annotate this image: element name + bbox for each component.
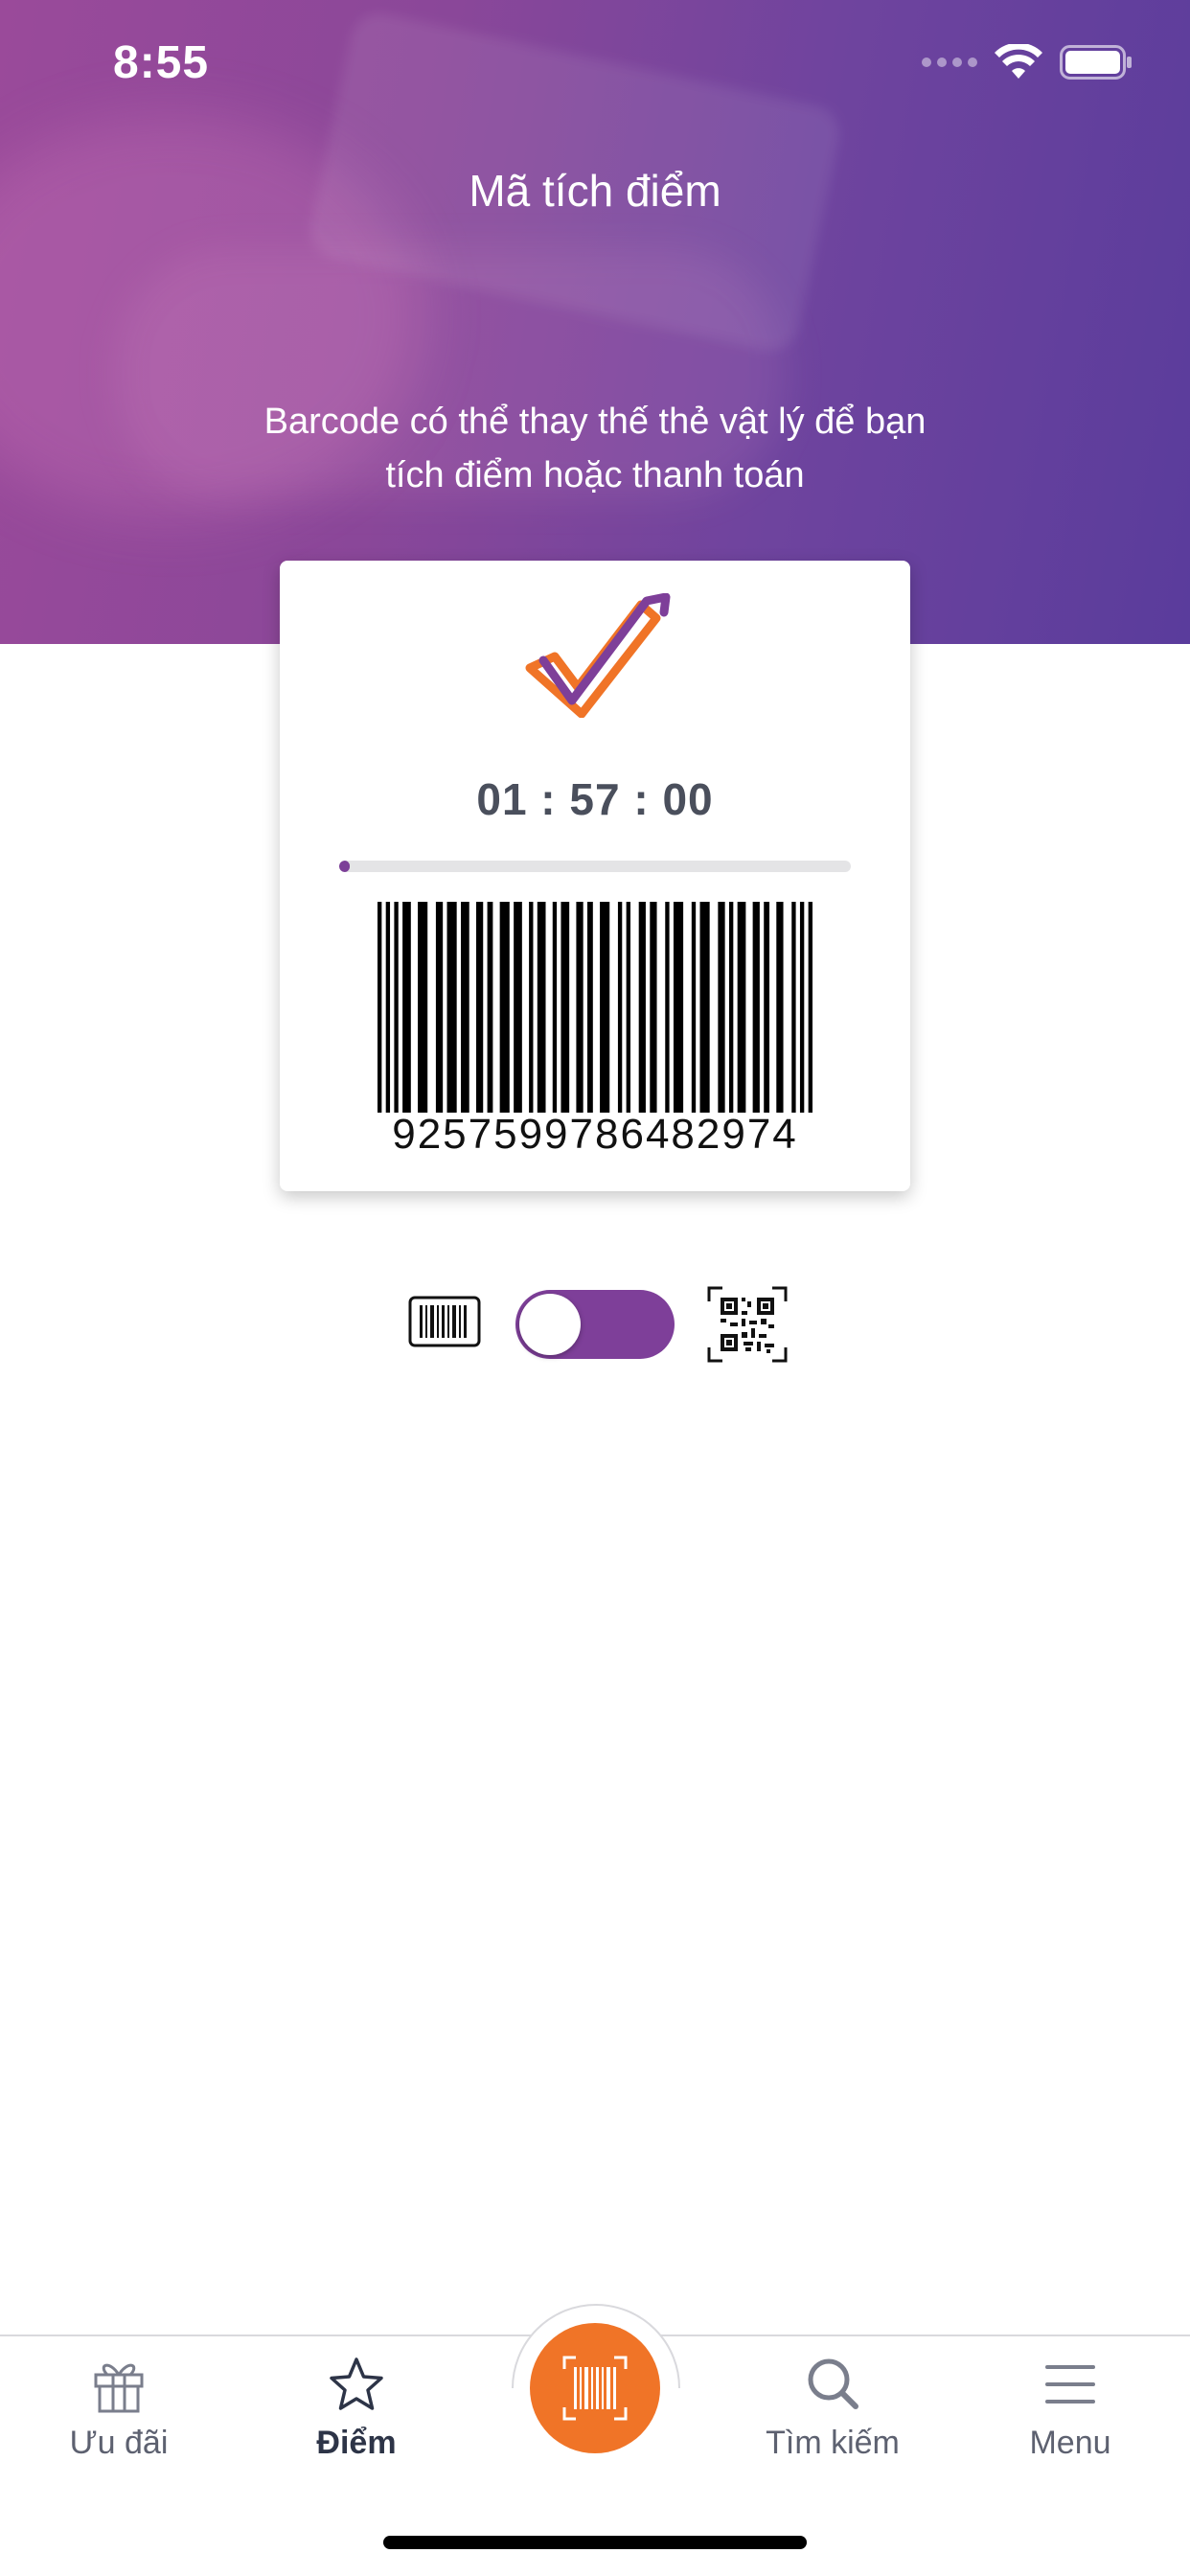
toggle-knob	[519, 1294, 581, 1355]
status-time: 8:55	[113, 37, 210, 88]
barcode-qr-toggle-switch[interactable]	[515, 1290, 675, 1359]
home-indicator	[383, 2536, 807, 2549]
barcode-bars	[378, 902, 812, 1113]
tab-menu[interactable]: Menu	[974, 2336, 1166, 2499]
star-icon	[330, 2358, 383, 2410]
battery-icon	[1060, 45, 1132, 80]
status-indicators	[922, 44, 1133, 80]
cellular-signal-icon	[922, 58, 977, 67]
hamburger-menu-icon	[1045, 2365, 1095, 2404]
header-banner: 8:55 Mã tích điểm Barcode có thể thay th…	[0, 0, 1190, 644]
code-type-toggle-row	[0, 1280, 1190, 1367]
search-icon	[808, 2358, 858, 2409]
tab-label: Điểm	[316, 2425, 397, 2461]
wifi-icon	[995, 44, 1042, 79]
tab-label: Tìm kiếm	[766, 2425, 900, 2461]
tab-diem[interactable]: Điểm	[261, 2336, 452, 2499]
loyalty-barcode-card: 01 : 57 : 00 9257599786482974	[280, 561, 910, 1191]
page-title: Mã tích điểm	[469, 166, 721, 216]
tab-label: Menu	[1029, 2425, 1111, 2461]
tab-label: Ưu đãi	[69, 2425, 169, 2461]
header-subtitle: Barcode có thể thay thế thẻ vật lý để bạ…	[263, 402, 927, 495]
timer-progress-bar	[339, 861, 851, 872]
gift-icon	[94, 2363, 144, 2413]
tab-uu-dai[interactable]: Ưu đãi	[23, 2336, 215, 2499]
barcode-countdown-timer: 01 : 57 : 00	[476, 774, 714, 824]
tab-tim-kiem[interactable]: Tìm kiếm	[737, 2336, 928, 2499]
barcode-scan-icon	[562, 2356, 628, 2421]
barcode-number: 9257599786482974	[392, 1111, 798, 1158]
brand-checkmark-logo	[525, 593, 671, 718]
barcode: 9257599786482974	[378, 902, 812, 1170]
timer-progress-fill	[339, 861, 350, 872]
barcode-icon[interactable]	[408, 1296, 481, 1347]
qr-code-icon[interactable]	[707, 1286, 788, 1363]
barcode-scan-button[interactable]	[530, 2323, 660, 2453]
